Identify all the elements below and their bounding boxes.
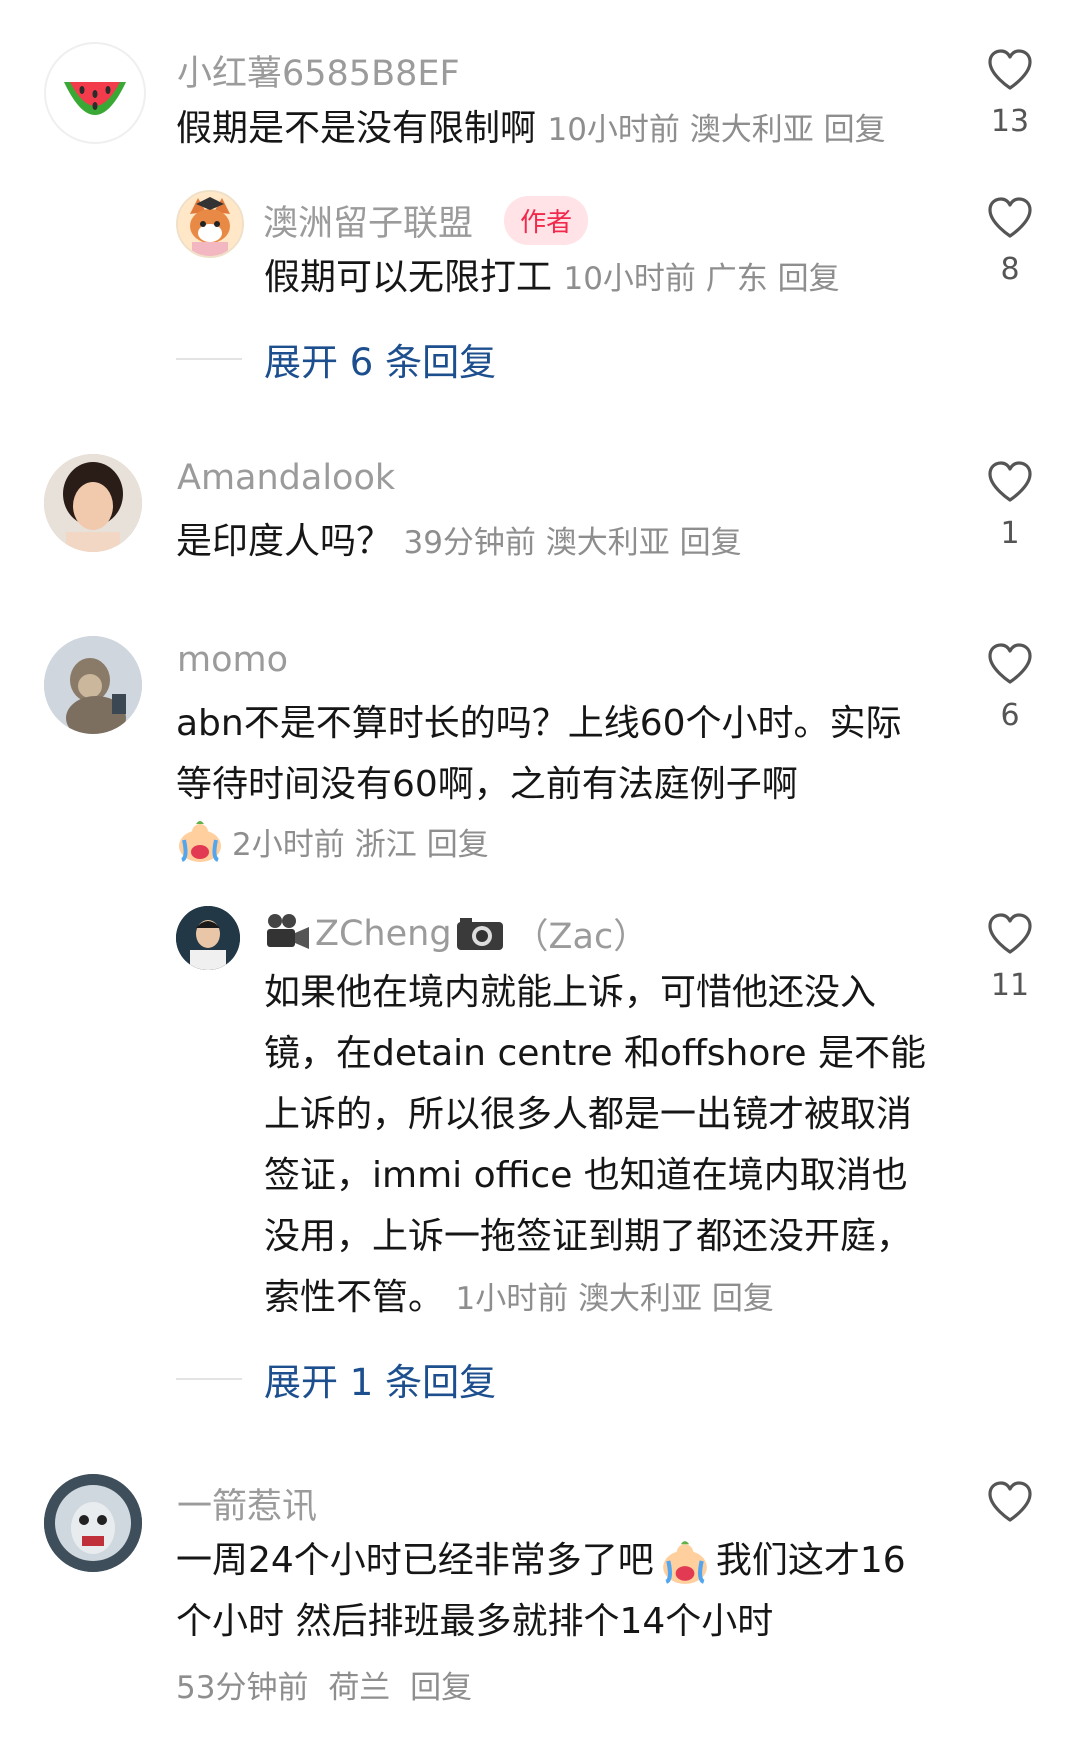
heart-icon xyxy=(988,461,1032,502)
like-count: 8 xyxy=(1000,252,1020,287)
comment-location: 浙江 xyxy=(354,826,417,863)
comment-text: 如果他在境内就能上诉，可惜他还没入镜，在detain centre 和offsh… xyxy=(264,972,926,1318)
comment-meta: 10小时前 广东 回复 xyxy=(563,261,839,297)
expand-replies-button[interactable]: 展开 1 条回复 xyxy=(176,1352,496,1406)
avatar[interactable] xyxy=(44,42,146,144)
movie-camera-icon xyxy=(267,913,309,949)
comment-text: 假期是不是没有限制啊 xyxy=(176,108,537,149)
divider xyxy=(176,358,242,360)
comment-text: abn不是不算时长的吗？上线60个小时。实际等待时间没有60啊，之前有法庭例子啊 xyxy=(176,703,902,805)
like-count: 6 xyxy=(1000,698,1020,733)
comment-text: 是印度人吗？ xyxy=(176,521,393,562)
avatar[interactable] xyxy=(176,906,240,970)
comment-location: 广东 xyxy=(705,261,768,297)
comment-text-block: 假期是不是没有限制啊 10小时前 澳大利亚 回复 xyxy=(176,98,976,161)
comment-time: 10小时前 xyxy=(563,261,696,297)
avatar[interactable] xyxy=(44,636,142,734)
comment-time: 2小时前 xyxy=(232,826,345,863)
like-count: 1 xyxy=(1000,516,1020,551)
like-button[interactable]: 1 xyxy=(985,460,1035,551)
avatar[interactable] xyxy=(44,1474,142,1572)
fox-graduate-icon xyxy=(178,192,242,256)
comment-text: 一周24个小时已经非常多了吧 xyxy=(176,1540,654,1581)
like-button[interactable]: 8 xyxy=(985,196,1035,287)
username-suffix: （Zac） xyxy=(513,917,649,957)
reply-button[interactable]: 回复 xyxy=(410,1670,472,1706)
username[interactable]: 一箭惹讯 xyxy=(177,1478,317,1529)
watermelon-icon xyxy=(64,82,126,115)
heart-icon xyxy=(988,643,1032,684)
comment-location: 荷兰 xyxy=(328,1670,391,1706)
comment-meta: 39分钟前 澳大利亚 回复 xyxy=(403,525,741,561)
camera-icon xyxy=(456,917,503,950)
avatar[interactable] xyxy=(176,190,244,258)
like-button[interactable]: 11 xyxy=(985,912,1035,1003)
reply-button[interactable]: 回复 xyxy=(778,261,840,297)
username[interactable]: 澳洲留子联盟 xyxy=(263,204,473,244)
username[interactable]: momo xyxy=(177,640,288,680)
person-photo-icon xyxy=(44,454,142,552)
comment-text-block: 一周24个小时已经非常多了吧 我们这才16个小时 然后排班最多就排个14个小时 xyxy=(176,1530,936,1652)
heart-icon xyxy=(988,197,1032,238)
comment-time: 53分钟前 xyxy=(176,1670,309,1706)
expand-replies-label: 展开 6 条回复 xyxy=(264,341,497,384)
crying-emoji-icon xyxy=(179,821,221,862)
username-row: ZCheng （Zac） xyxy=(265,908,648,959)
comment-meta: 2小时前 浙江 回复 xyxy=(176,818,489,864)
avatar[interactable] xyxy=(44,454,142,552)
like-button[interactable] xyxy=(985,1480,1035,1524)
heart-icon xyxy=(988,1481,1032,1522)
like-count: 11 xyxy=(990,968,1030,1003)
person-photo-icon xyxy=(176,906,240,970)
username[interactable]: ZCheng xyxy=(315,914,452,954)
comment-location: 澳大利亚 xyxy=(578,1281,703,1317)
heart-icon xyxy=(988,49,1032,90)
like-button[interactable]: 6 xyxy=(985,642,1035,733)
comment-text-block: 如果他在境内就能上诉，可惜他还没入镜，在detain centre 和offsh… xyxy=(264,962,934,1330)
username[interactable]: Amandalook xyxy=(177,458,395,498)
comment-time: 39分钟前 xyxy=(403,525,536,561)
reply-button[interactable]: 回复 xyxy=(427,819,489,864)
like-count: 13 xyxy=(990,104,1030,139)
artwork-avatar-icon xyxy=(44,1474,142,1572)
comment-text-block: abn不是不算时长的吗？上线60个小时。实际等待时间没有60啊，之前有法庭例子啊 xyxy=(176,693,936,815)
comment-text-block: 是印度人吗？ 39分钟前 澳大利亚 回复 xyxy=(176,511,976,574)
username[interactable]: 小红薯6585B8EF xyxy=(177,45,460,96)
divider xyxy=(176,1378,242,1380)
heart-icon xyxy=(988,913,1032,954)
username-row: 澳洲留子联盟 作者 xyxy=(263,195,589,246)
comment-time: 10小时前 xyxy=(547,112,680,148)
expand-replies-button[interactable]: 展开 6 条回复 xyxy=(176,332,496,386)
author-badge: 作者 xyxy=(504,196,589,245)
reply-button[interactable]: 回复 xyxy=(680,525,742,561)
comment-location: 澳大利亚 xyxy=(689,112,814,148)
expand-replies-label: 展开 1 条回复 xyxy=(264,1361,497,1404)
comment-time: 1小时前 xyxy=(455,1281,569,1317)
comment-meta: 53分钟前 荷兰 回复 xyxy=(176,1662,472,1707)
comment-meta: 1小时前 澳大利亚 回复 xyxy=(455,1281,773,1317)
like-button[interactable]: 13 xyxy=(985,48,1035,139)
comment-meta: 10小时前 澳大利亚 回复 xyxy=(547,112,885,148)
comment-location: 澳大利亚 xyxy=(545,525,670,561)
reply-button[interactable]: 回复 xyxy=(712,1281,774,1317)
reply-button[interactable]: 回复 xyxy=(824,112,886,148)
crying-emoji-icon xyxy=(662,1541,707,1584)
comment-text: 假期可以无限打工 xyxy=(264,257,553,298)
comment-text-block: 假期可以无限打工 10小时前 广东 回复 xyxy=(264,247,964,310)
monkey-photo-icon xyxy=(44,636,142,734)
